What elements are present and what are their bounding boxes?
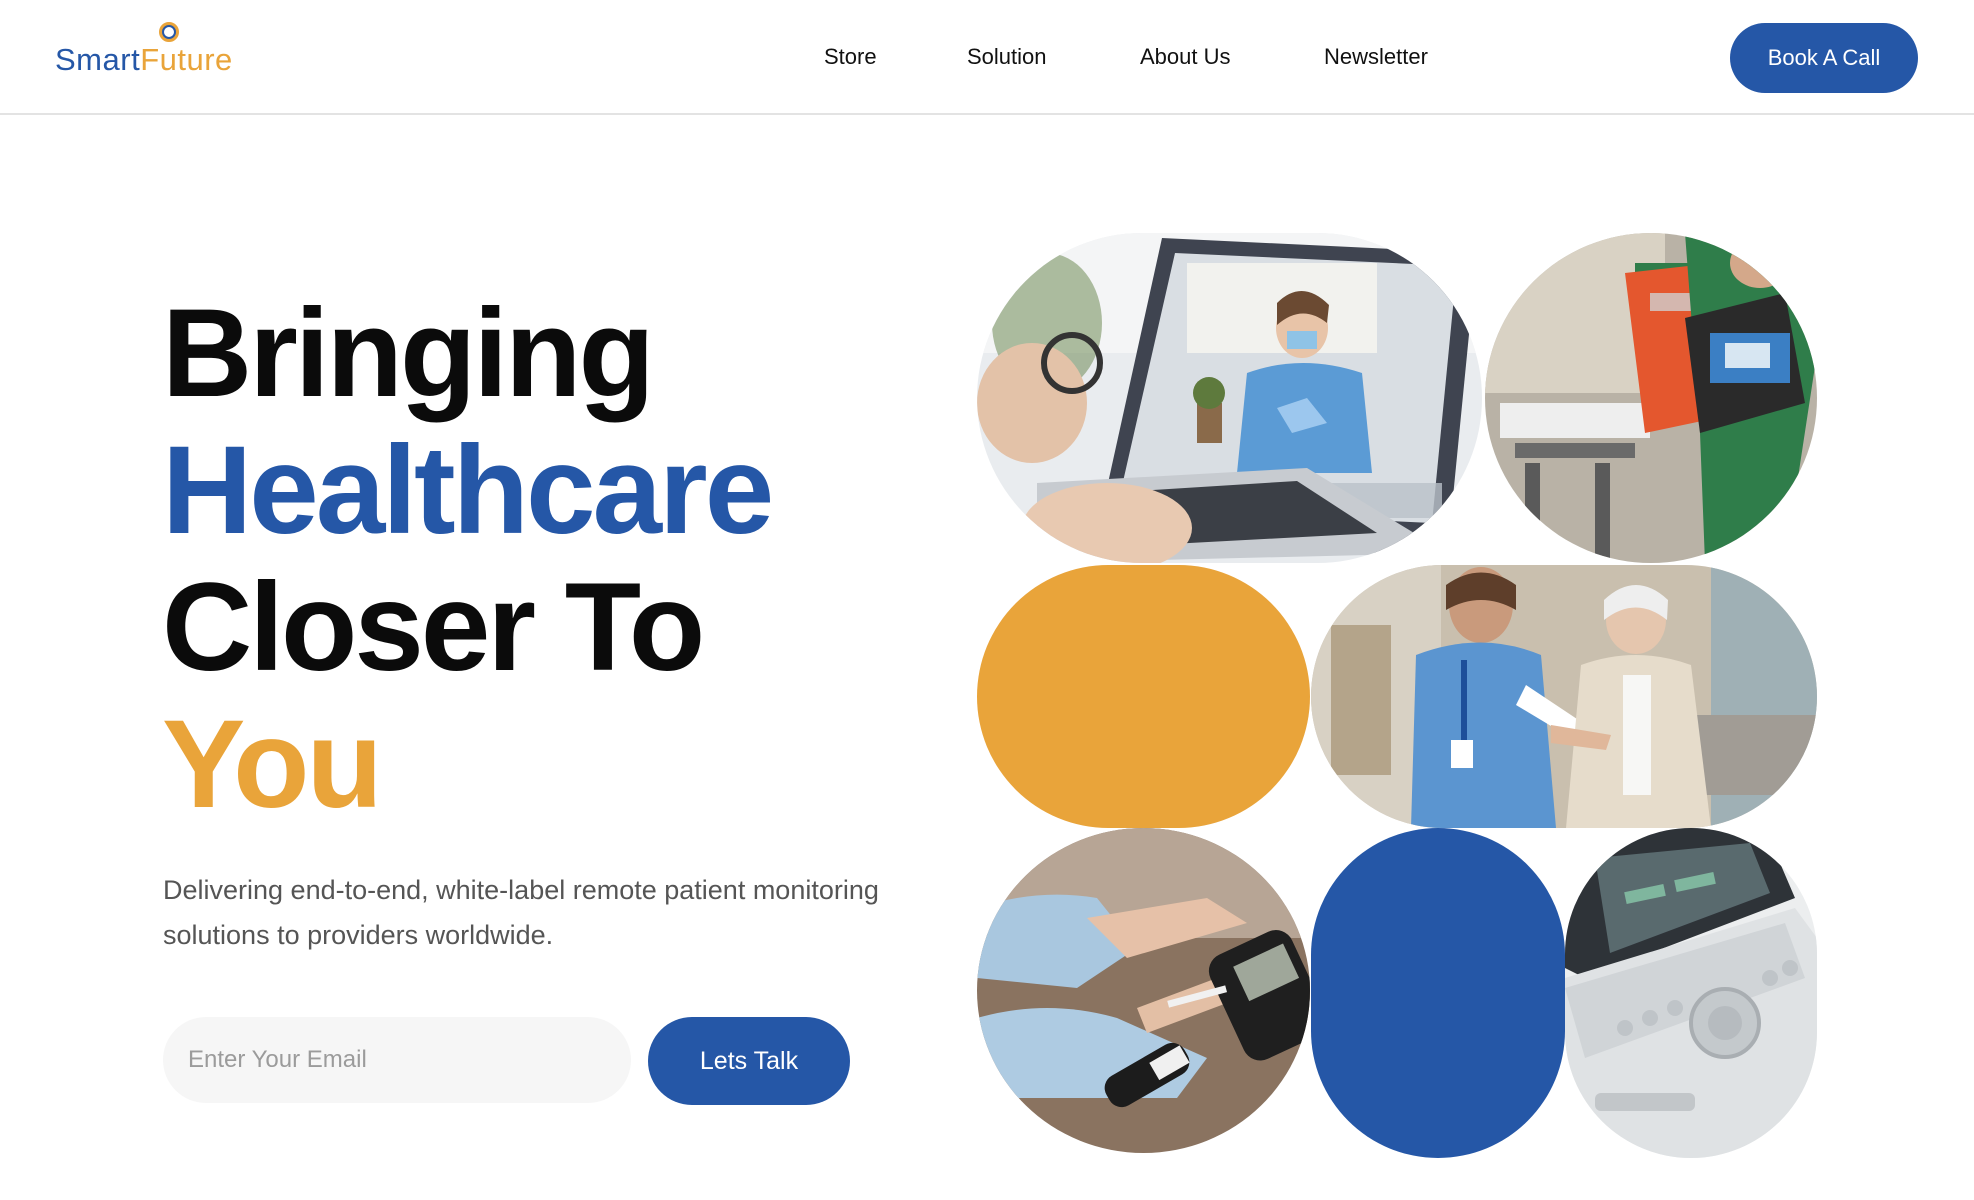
headline-line-2: Healthcare (162, 421, 774, 560)
logo-wordmark: SmartFuture (55, 42, 233, 78)
lets-talk-button[interactable]: Lets Talk (648, 1017, 850, 1105)
blue-accent-shape (1311, 828, 1565, 1158)
telehealth-laptop-photo (977, 233, 1482, 563)
hero-subtitle: Delivering end-to-end, white-label remot… (163, 875, 879, 950)
glucose-meter-test-photo (977, 828, 1310, 1153)
nurse-assisting-elderly-photo (1311, 565, 1817, 828)
logo-ring-inner-icon (162, 25, 176, 39)
orange-accent-shape (977, 565, 1310, 828)
site-header: SmartFuture Store Solution About Us News… (0, 0, 1974, 115)
book-a-call-button[interactable]: Book A Call (1730, 23, 1918, 93)
nav-link-newsletter[interactable]: Newsletter (1324, 44, 1428, 70)
ultrasound-machine-photo (1565, 828, 1817, 1158)
nav-link-store[interactable]: Store (824, 44, 877, 70)
headline-line-4: You (162, 695, 383, 834)
logo-text-future: Future (140, 42, 233, 77)
hero-headline: Bringing Healthcare Closer To You (162, 284, 774, 834)
nav-link-solution[interactable]: Solution (967, 44, 1047, 70)
headline-line-1: Bringing (162, 284, 655, 423)
nav-link-about-us[interactable]: About Us (1140, 44, 1231, 70)
headline-line-3: Closer To (162, 558, 705, 697)
email-input[interactable] (163, 1017, 631, 1103)
logo-text-smart: Smart (55, 42, 141, 77)
paramedic-equipment-photo (1485, 233, 1817, 563)
smartfuture-logo[interactable]: SmartFuture (55, 18, 275, 90)
